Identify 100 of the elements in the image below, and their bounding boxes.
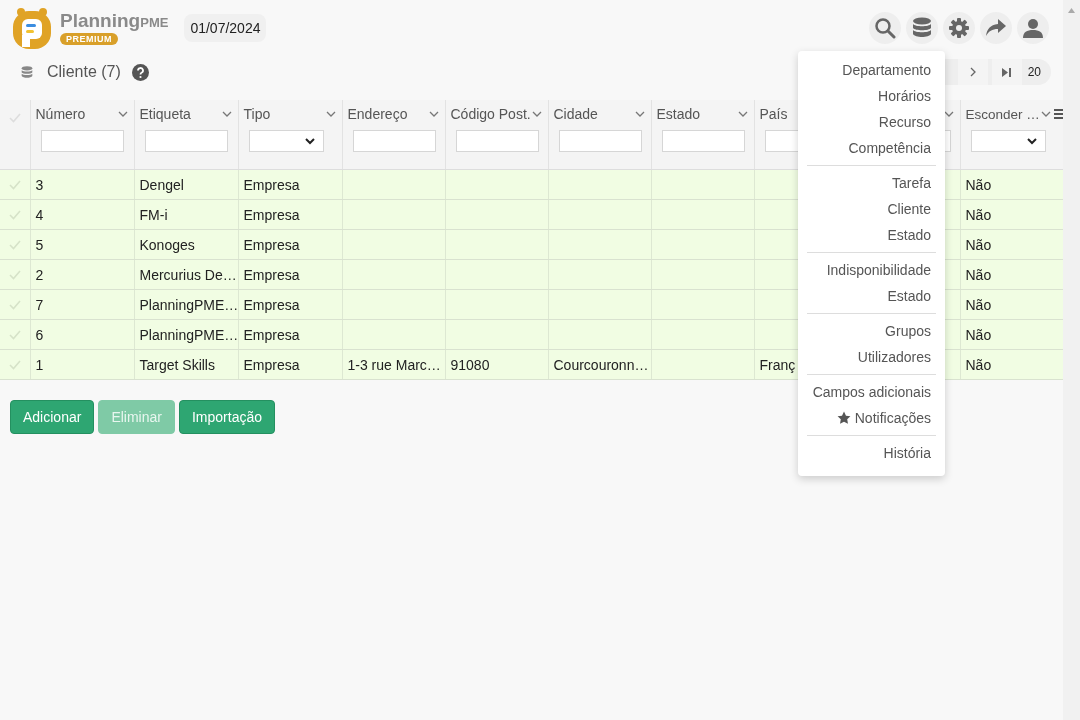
column-header[interactable]: Etiqueta — [139, 106, 191, 122]
table-cell: Empresa — [243, 176, 300, 193]
menu-item[interactable]: Utilizadores — [798, 344, 945, 370]
table-cell: 6 — [35, 326, 44, 343]
database-icon — [912, 17, 932, 39]
help-icon[interactable] — [131, 63, 149, 81]
menu-item[interactable]: Estado — [798, 283, 945, 309]
search-icon — [874, 17, 896, 39]
menu-item[interactable]: Tarefa — [798, 170, 945, 196]
user-button[interactable] — [1017, 12, 1049, 44]
table-cell: Courcouronn… — [553, 356, 649, 373]
table-cell: 2 — [35, 266, 44, 283]
share-button[interactable] — [980, 12, 1012, 44]
filter-dropdown[interactable] — [248, 130, 324, 152]
table-cell: Não — [965, 206, 992, 223]
page-size[interactable]: 20 — [1025, 65, 1043, 79]
table-cell: 91080 — [450, 356, 490, 373]
chevron-icon[interactable] — [428, 111, 439, 117]
chevron-icon[interactable] — [221, 111, 232, 117]
menu-item[interactable]: Notificações — [798, 405, 945, 431]
table-cell: Konoges — [139, 236, 195, 253]
column-header[interactable]: Cidade — [553, 106, 598, 122]
table-cell: Franç — [759, 356, 796, 373]
user-icon — [1023, 18, 1043, 38]
table-cell: Não — [965, 236, 992, 253]
chevron-icon[interactable] — [531, 111, 542, 117]
table-cell: Target Skills — [139, 356, 215, 373]
column-header[interactable]: Endereço — [347, 106, 408, 122]
column-header[interactable]: Tipo — [243, 106, 271, 122]
table-cell: 4 — [35, 206, 44, 223]
check-icon[interactable] — [8, 239, 21, 250]
scrollbar[interactable] — [1063, 0, 1080, 720]
menu-item[interactable]: Departamento — [798, 57, 945, 83]
check-icon[interactable] — [8, 329, 21, 340]
table-cell: FM-i — [139, 206, 168, 223]
menu-item[interactable]: Indisponibilidade — [798, 257, 945, 283]
menu-item-label[interactable]: Notificações — [854, 405, 931, 431]
table-cell: 1 — [35, 356, 44, 373]
logo-suffix: PME — [140, 15, 169, 30]
menu-item[interactable]: História — [798, 440, 945, 466]
table-cell: Não — [965, 356, 992, 373]
column-header[interactable]: Estado — [656, 106, 701, 122]
table-cell: Empresa — [243, 266, 300, 283]
column-header[interactable]: País — [759, 106, 788, 122]
filter-field[interactable] — [455, 130, 539, 152]
date-display[interactable]: 01/07/2024 — [184, 14, 267, 42]
star-icon — [836, 411, 851, 425]
filter-field[interactable] — [661, 130, 745, 152]
check-icon[interactable] — [8, 299, 21, 310]
check-icon[interactable] — [8, 269, 21, 280]
table-cell: Empresa — [243, 326, 300, 343]
caret-icon — [304, 137, 315, 145]
filter-field[interactable] — [144, 130, 228, 152]
table-cell: Empresa — [243, 236, 300, 253]
settings-button[interactable] — [943, 12, 975, 44]
filter-field[interactable] — [558, 130, 642, 152]
filter-field[interactable] — [40, 130, 124, 152]
filter-field[interactable] — [352, 130, 436, 152]
menu-item[interactable]: Competência — [798, 135, 945, 161]
table-cell: Não — [965, 176, 992, 193]
menu-item[interactable]: Horários — [798, 83, 945, 109]
filter-dropdown[interactable] — [970, 130, 1046, 152]
menu-item[interactable]: Estado — [798, 222, 945, 248]
table-cell: Não — [965, 296, 992, 313]
check-icon[interactable] — [8, 359, 21, 370]
menu-item[interactable]: Recurso — [798, 109, 945, 135]
table-cell: Empresa — [243, 206, 300, 223]
table-cell: 3 — [35, 176, 44, 193]
logo-name: Planning — [60, 10, 141, 31]
menu-item[interactable]: Grupos — [798, 318, 945, 344]
table-cell: PlanningPME… — [139, 326, 237, 343]
database-icon — [21, 65, 33, 79]
table-cell: Não — [965, 326, 992, 343]
search-button[interactable] — [869, 12, 901, 44]
table-cell: PlanningPME… — [139, 296, 237, 313]
premium-badge: PREMIUM — [60, 33, 118, 45]
logo-icon — [12, 7, 52, 49]
menu-item[interactable]: Campos adicionais — [798, 379, 945, 405]
skip-end-icon — [1002, 67, 1012, 77]
column-header[interactable]: Esconder … — [965, 106, 1040, 122]
menu-item[interactable]: Cliente — [798, 196, 945, 222]
last-page-button[interactable] — [991, 59, 1022, 85]
table-cell: Empresa — [243, 296, 300, 313]
column-header[interactable]: Número — [35, 106, 86, 122]
column-header[interactable]: Código Post. — [450, 106, 531, 122]
check-icon[interactable] — [8, 209, 21, 220]
table-cell: Empresa — [243, 356, 300, 373]
check-icon[interactable] — [8, 179, 21, 190]
scroll-up-icon[interactable] — [1068, 8, 1075, 13]
chevron-icon[interactable] — [1040, 111, 1051, 117]
table-cell: 7 — [35, 296, 44, 313]
caret-icon — [1026, 137, 1037, 145]
table-cell: Mercurius De… — [139, 266, 237, 283]
chevron-icon[interactable] — [117, 111, 128, 117]
chevron-icon[interactable] — [634, 111, 645, 117]
table-cell: Dengel — [139, 176, 184, 193]
chevron-icon[interactable] — [325, 111, 336, 117]
database-button[interactable] — [906, 12, 938, 44]
chevron-icon[interactable] — [737, 111, 748, 117]
table-cell: 1-3 rue Marc… — [347, 356, 441, 373]
